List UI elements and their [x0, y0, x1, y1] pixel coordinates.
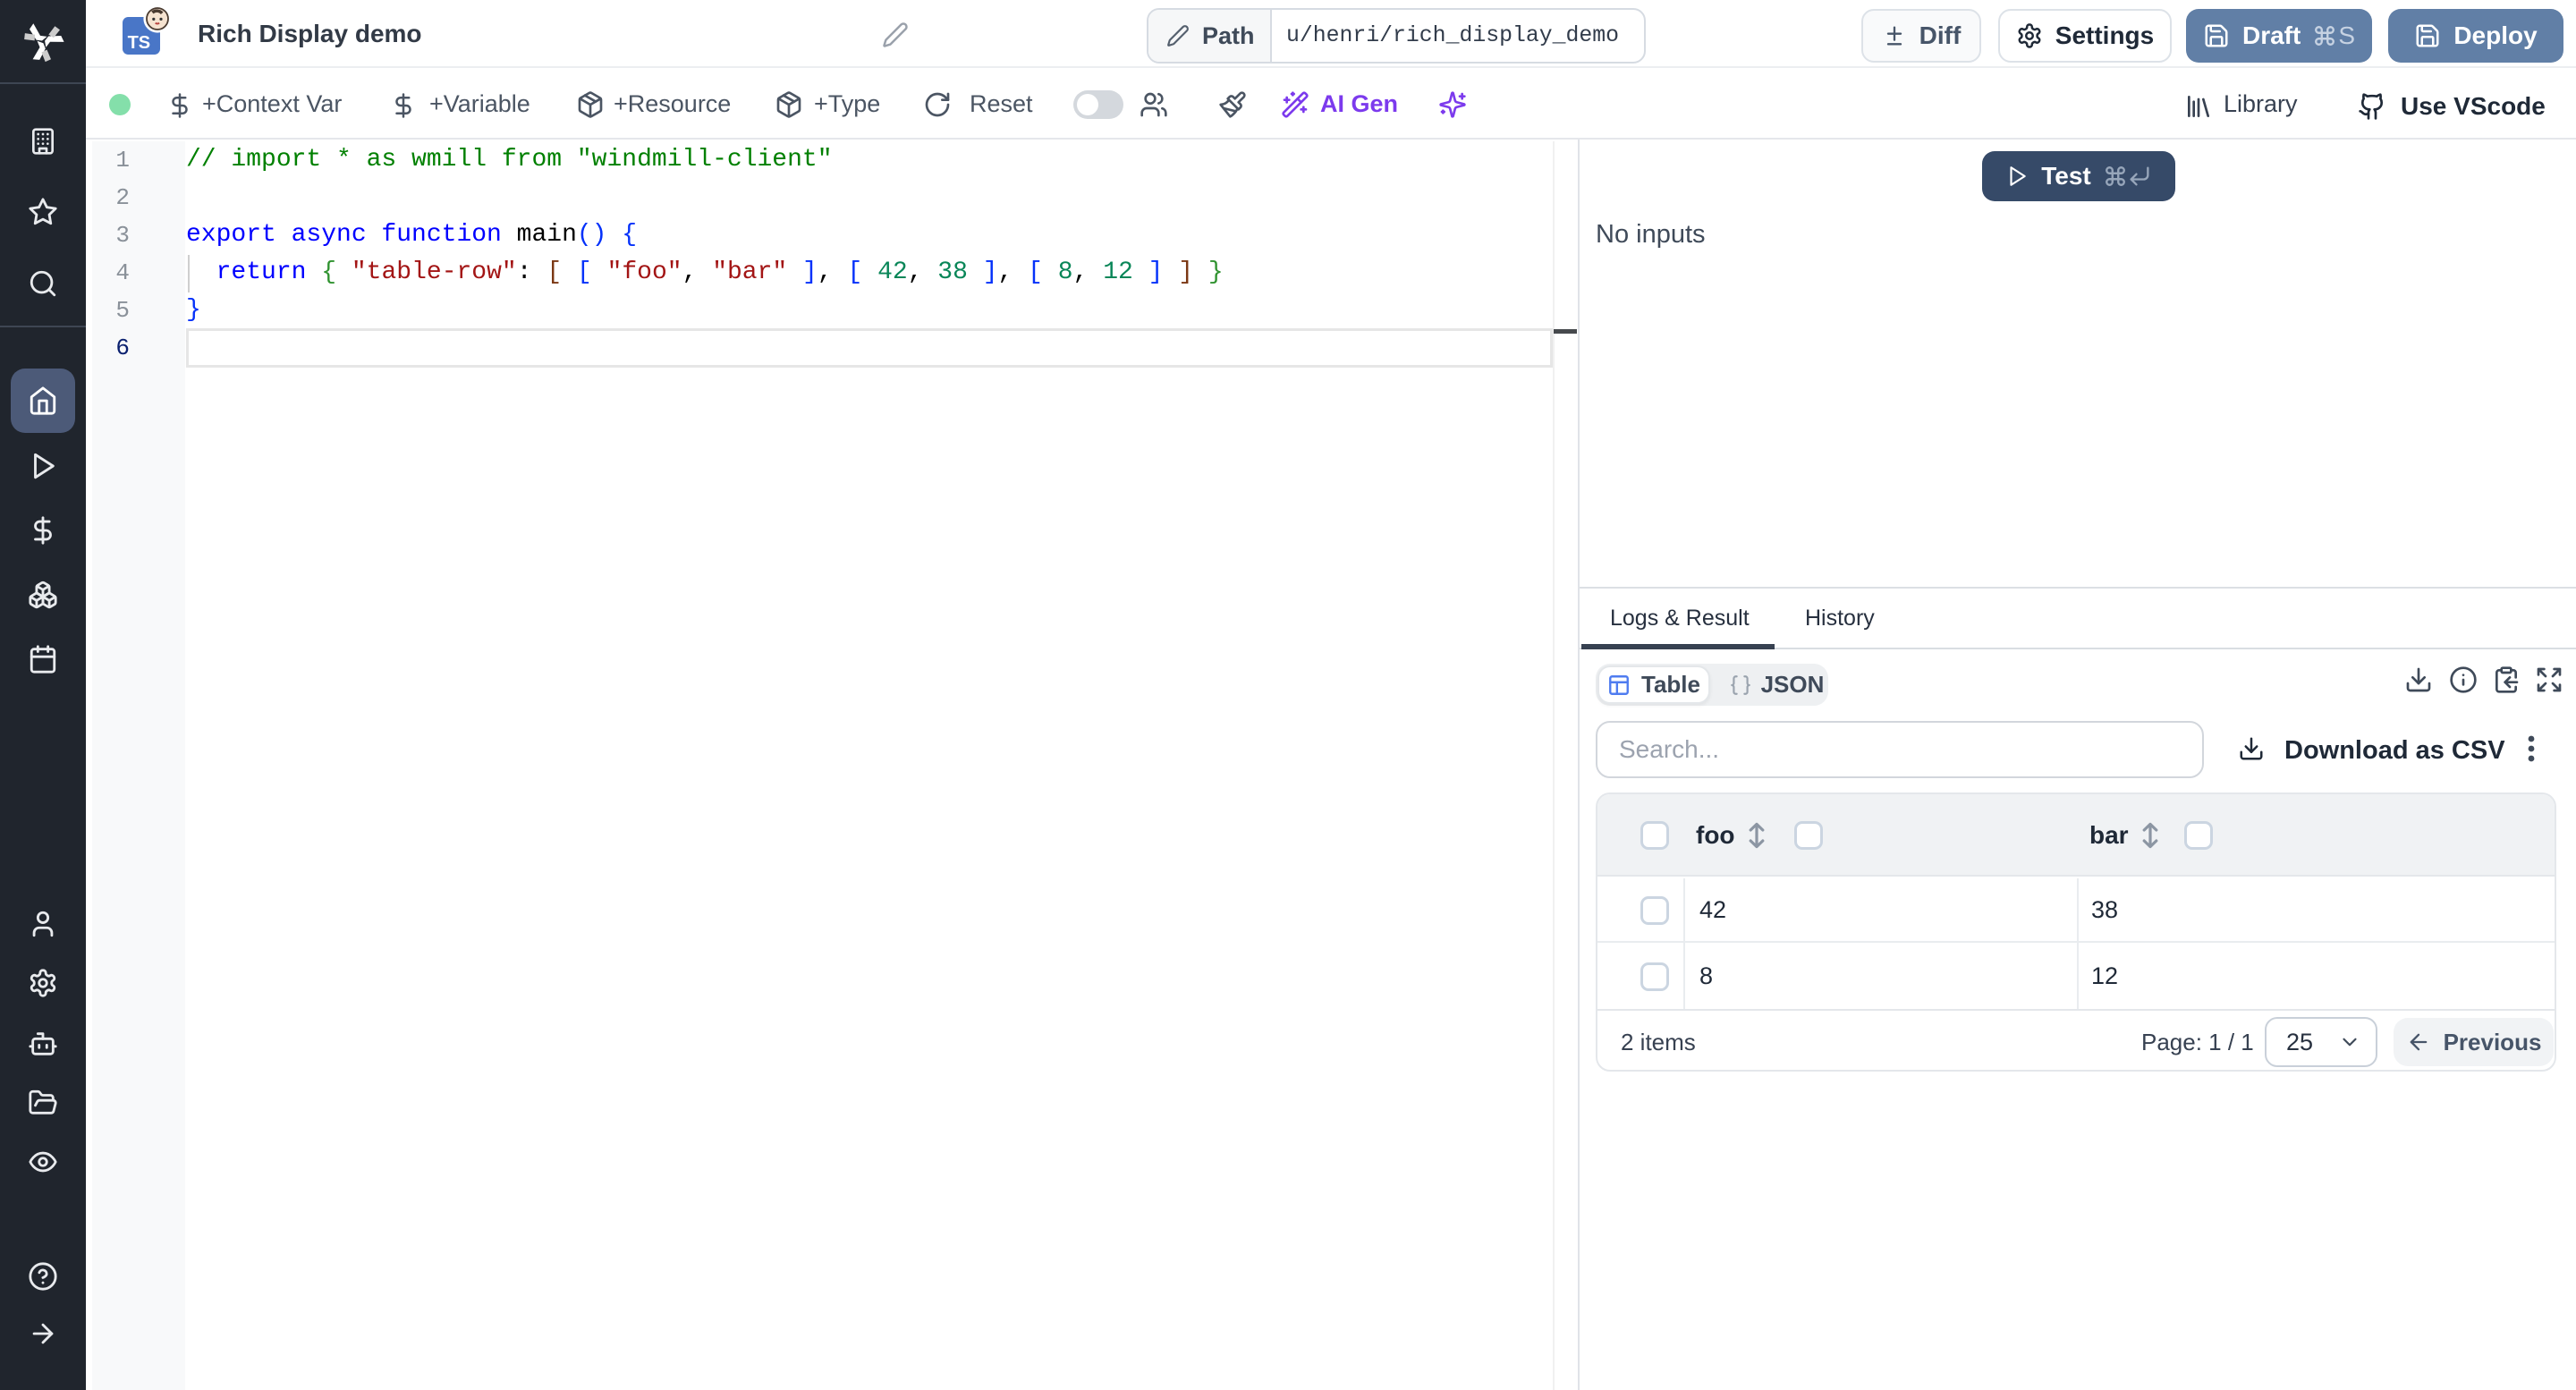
svg-text:TS: TS — [128, 33, 151, 53]
